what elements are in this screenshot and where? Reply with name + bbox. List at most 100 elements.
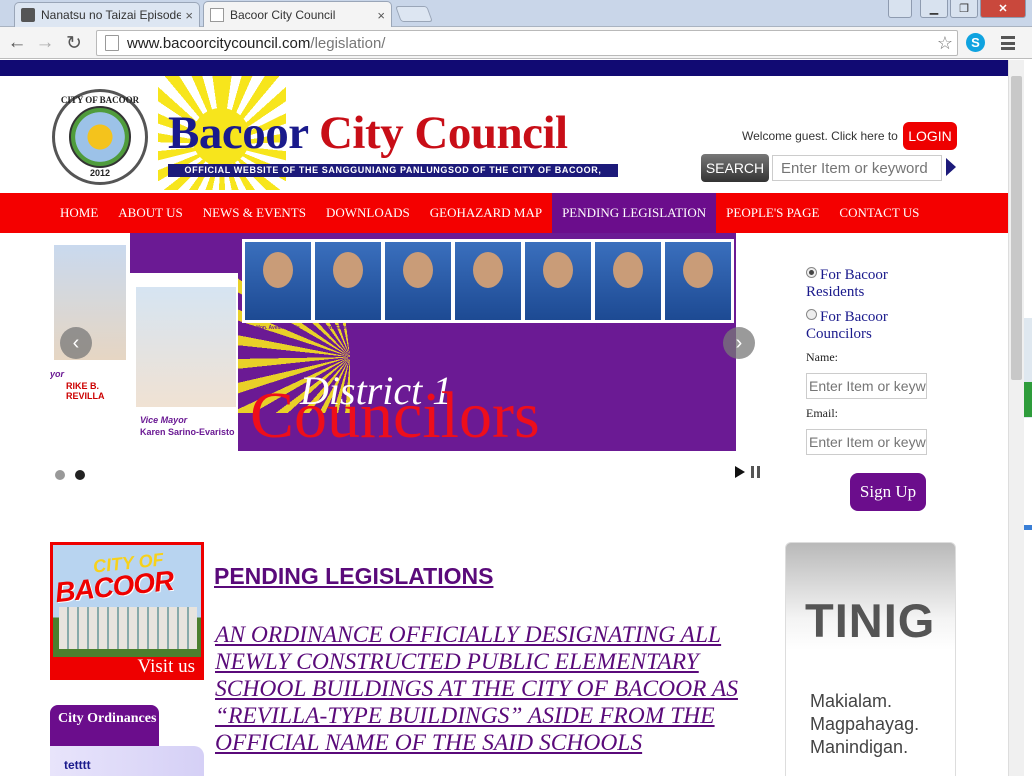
browser-tab-inactive[interactable]: Nanatsu no Taizai Episode × [14,2,200,27]
radio-councilors-label: For Bacoor Councilors [806,309,888,342]
close-window-button[interactable]: ✕ [980,0,1026,18]
councilor-photo: Hon. Victorio Guerrero Jr. [665,242,731,331]
login-button[interactable]: LOGIN [903,122,957,150]
tab-close-icon[interactable]: × [185,8,193,23]
side-window-strip [1024,60,1032,776]
top-navy-bar [0,60,1008,76]
radio-residents-label: For Bacoor Residents [806,267,888,300]
slider-play-icon[interactable] [735,466,745,478]
forward-arrow-icon[interactable]: → [34,32,56,54]
nav-about-us[interactable]: ABOUT US [108,193,192,233]
ordinance-link[interactable]: AN ORDINANCE OFFICIALLY DESIGNATING ALL … [215,622,775,757]
search-button[interactable]: SEARCH [701,154,769,182]
scrollbar-thumb[interactable] [1011,76,1022,380]
browser-tab-active[interactable]: Bacoor City Council × [203,1,392,28]
city-ordinances-header[interactable]: City Ordinances [50,705,159,751]
hero-slider: yor RIKE B. REVILLA Vice Mayor Karen Sar… [50,233,760,451]
vice-mayor-name: Karen Sarino-Evaristo [140,427,235,437]
radio-unchecked-icon[interactable] [806,309,817,320]
nav-pending-legislation[interactable]: PENDING LEGISLATION [552,193,717,233]
browser-toolbar: ← → ↻ www.bacoorcitycouncil.com/legislat… [0,27,1032,59]
visit-bacoor-text: BACOOR [53,564,175,609]
page-title[interactable]: PENDING LEGISLATIONS [214,563,493,590]
councilor-name: Hon. Edwin Gawaran [323,325,373,331]
back-arrow-icon[interactable]: ← [6,32,28,54]
city-seal-logo[interactable]: CITY OF BACOOR 2012 [52,89,148,185]
councilor-name: Hon. Miguel Bautista [393,325,443,331]
tinig-title: TINIG [805,594,936,647]
visit-city-banner[interactable]: CITY OF BACOOR Visit us [50,542,204,680]
name-input[interactable] [806,373,927,399]
seal-top-text: CITY OF BACOOR [60,95,140,105]
page-favicon-icon [210,8,224,22]
page-icon [105,35,119,51]
councilor-name: Hon. Victorio Guerrero Jr. [667,325,729,331]
councilor-name: Hon. Avelino Solis [256,325,300,331]
site-title-bacoor: Bacoor [168,107,308,159]
tinig-panel[interactable]: TINIG Makialam. Magpahayag. Manindigan. [785,542,956,776]
nav-peoples-page[interactable]: PEOPLE'S PAGE [716,193,829,233]
tab-close-icon[interactable]: × [377,8,385,23]
email-input[interactable] [806,429,927,455]
ordinance-list-item[interactable]: tetttt [64,758,91,772]
new-tab-button[interactable] [395,6,433,22]
vice-mayor-label: Vice Mayor [140,415,188,425]
nav-geohazard-map[interactable]: GEOHAZARD MAP [420,193,552,233]
restore-button[interactable]: ❐ [950,0,978,18]
councilor-photo: Hon. Reynaldo Fabian [525,242,591,331]
councilor-photo: Hon. Edwin Gawaran [315,242,381,331]
slider-prev-arrow-icon[interactable]: ‹ [60,327,92,359]
user-profile-icon[interactable] [888,0,912,18]
councilors-heading: Councilors [250,379,540,451]
nav-downloads[interactable]: DOWNLOADS [316,193,420,233]
tab-title: Bacoor City Council [230,8,336,22]
radio-checked-icon[interactable] [806,267,817,278]
councilor-photo: Hon. Avelino Solis [245,242,311,331]
site-subtitle: OFFICIAL WEBSITE OF THE SANGGUNIANG PANL… [168,164,618,188]
slider-dot-2[interactable] [75,470,85,480]
search-input[interactable] [772,155,942,181]
reload-icon[interactable]: ↻ [63,32,85,54]
slider-pause-icon[interactable] [751,466,760,478]
vice-mayor-photo [134,285,238,409]
councilor-name: Hon. Rowena Bautista Mendiola [455,325,521,331]
seal-emblem [69,106,131,168]
tinig-line-2: Magpahayag. [810,714,920,734]
radio-councilors[interactable]: For Bacoor Councilors [806,309,936,343]
nav-contact-us[interactable]: CONTACT US [829,193,929,233]
side-strip-blue [1024,525,1032,530]
main-nav: HOME ABOUT US NEWS & EVENTS DOWNLOADS GE… [0,193,1008,233]
radio-residents[interactable]: For Bacoor Residents [806,267,936,301]
address-bar[interactable]: www.bacoorcitycouncil.com/legislation/ ☆ [96,30,958,56]
tinig-line-1: Makialam. [810,691,893,711]
mayor-label: yor [50,369,65,379]
url-host: www.bacoorcitycouncil.com [127,34,311,52]
page-viewport: CITY OF BACOOR 2012 Bacoor City Council … [0,60,1032,776]
site-title-council: City Council [307,107,568,159]
nav-home[interactable]: HOME [50,193,108,233]
councilor-photo: Hon. Atty. Venus De Castro [595,242,661,331]
browser-menu-icon[interactable] [1000,34,1016,52]
slider-next-arrow-icon[interactable]: › [723,327,755,359]
councilor-photos: Hon. Avelino Solis Hon. Edwin Gawaran Ho… [242,239,734,331]
minimize-button[interactable]: ▁ [920,0,948,18]
skype-extension-icon[interactable]: S [966,33,985,52]
slider-dot-1[interactable] [55,470,65,480]
tab-title: Nanatsu no Taizai Episode [41,8,182,22]
favicon-grid-icon [21,8,35,22]
councilor-photo: Hon. Rowena Bautista Mendiola [455,242,521,331]
councilor-photo: Hon. Miguel Bautista [385,242,451,331]
councilor-name: Hon. Reynaldo Fabian [531,325,585,331]
site-title[interactable]: Bacoor City Council [168,106,568,160]
tinig-line-3: Manindigan. [810,737,909,757]
bookmark-star-icon[interactable]: ☆ [937,33,953,54]
nav-news-events[interactable]: NEWS & EVENTS [193,193,316,233]
vertical-scrollbar[interactable] [1008,60,1024,776]
councilor-name: Hon. Atty. Venus De Castro [595,325,661,331]
search-go-arrow-icon[interactable] [946,158,956,176]
welcome-text: Welcome guest. Click here to [742,129,898,143]
browser-tab-strip: Nanatsu no Taizai Episode × Bacoor City … [0,0,1032,28]
side-strip-green [1024,382,1032,417]
visit-us-text: Visit us [53,657,201,677]
sign-up-button[interactable]: Sign Up [850,473,926,511]
